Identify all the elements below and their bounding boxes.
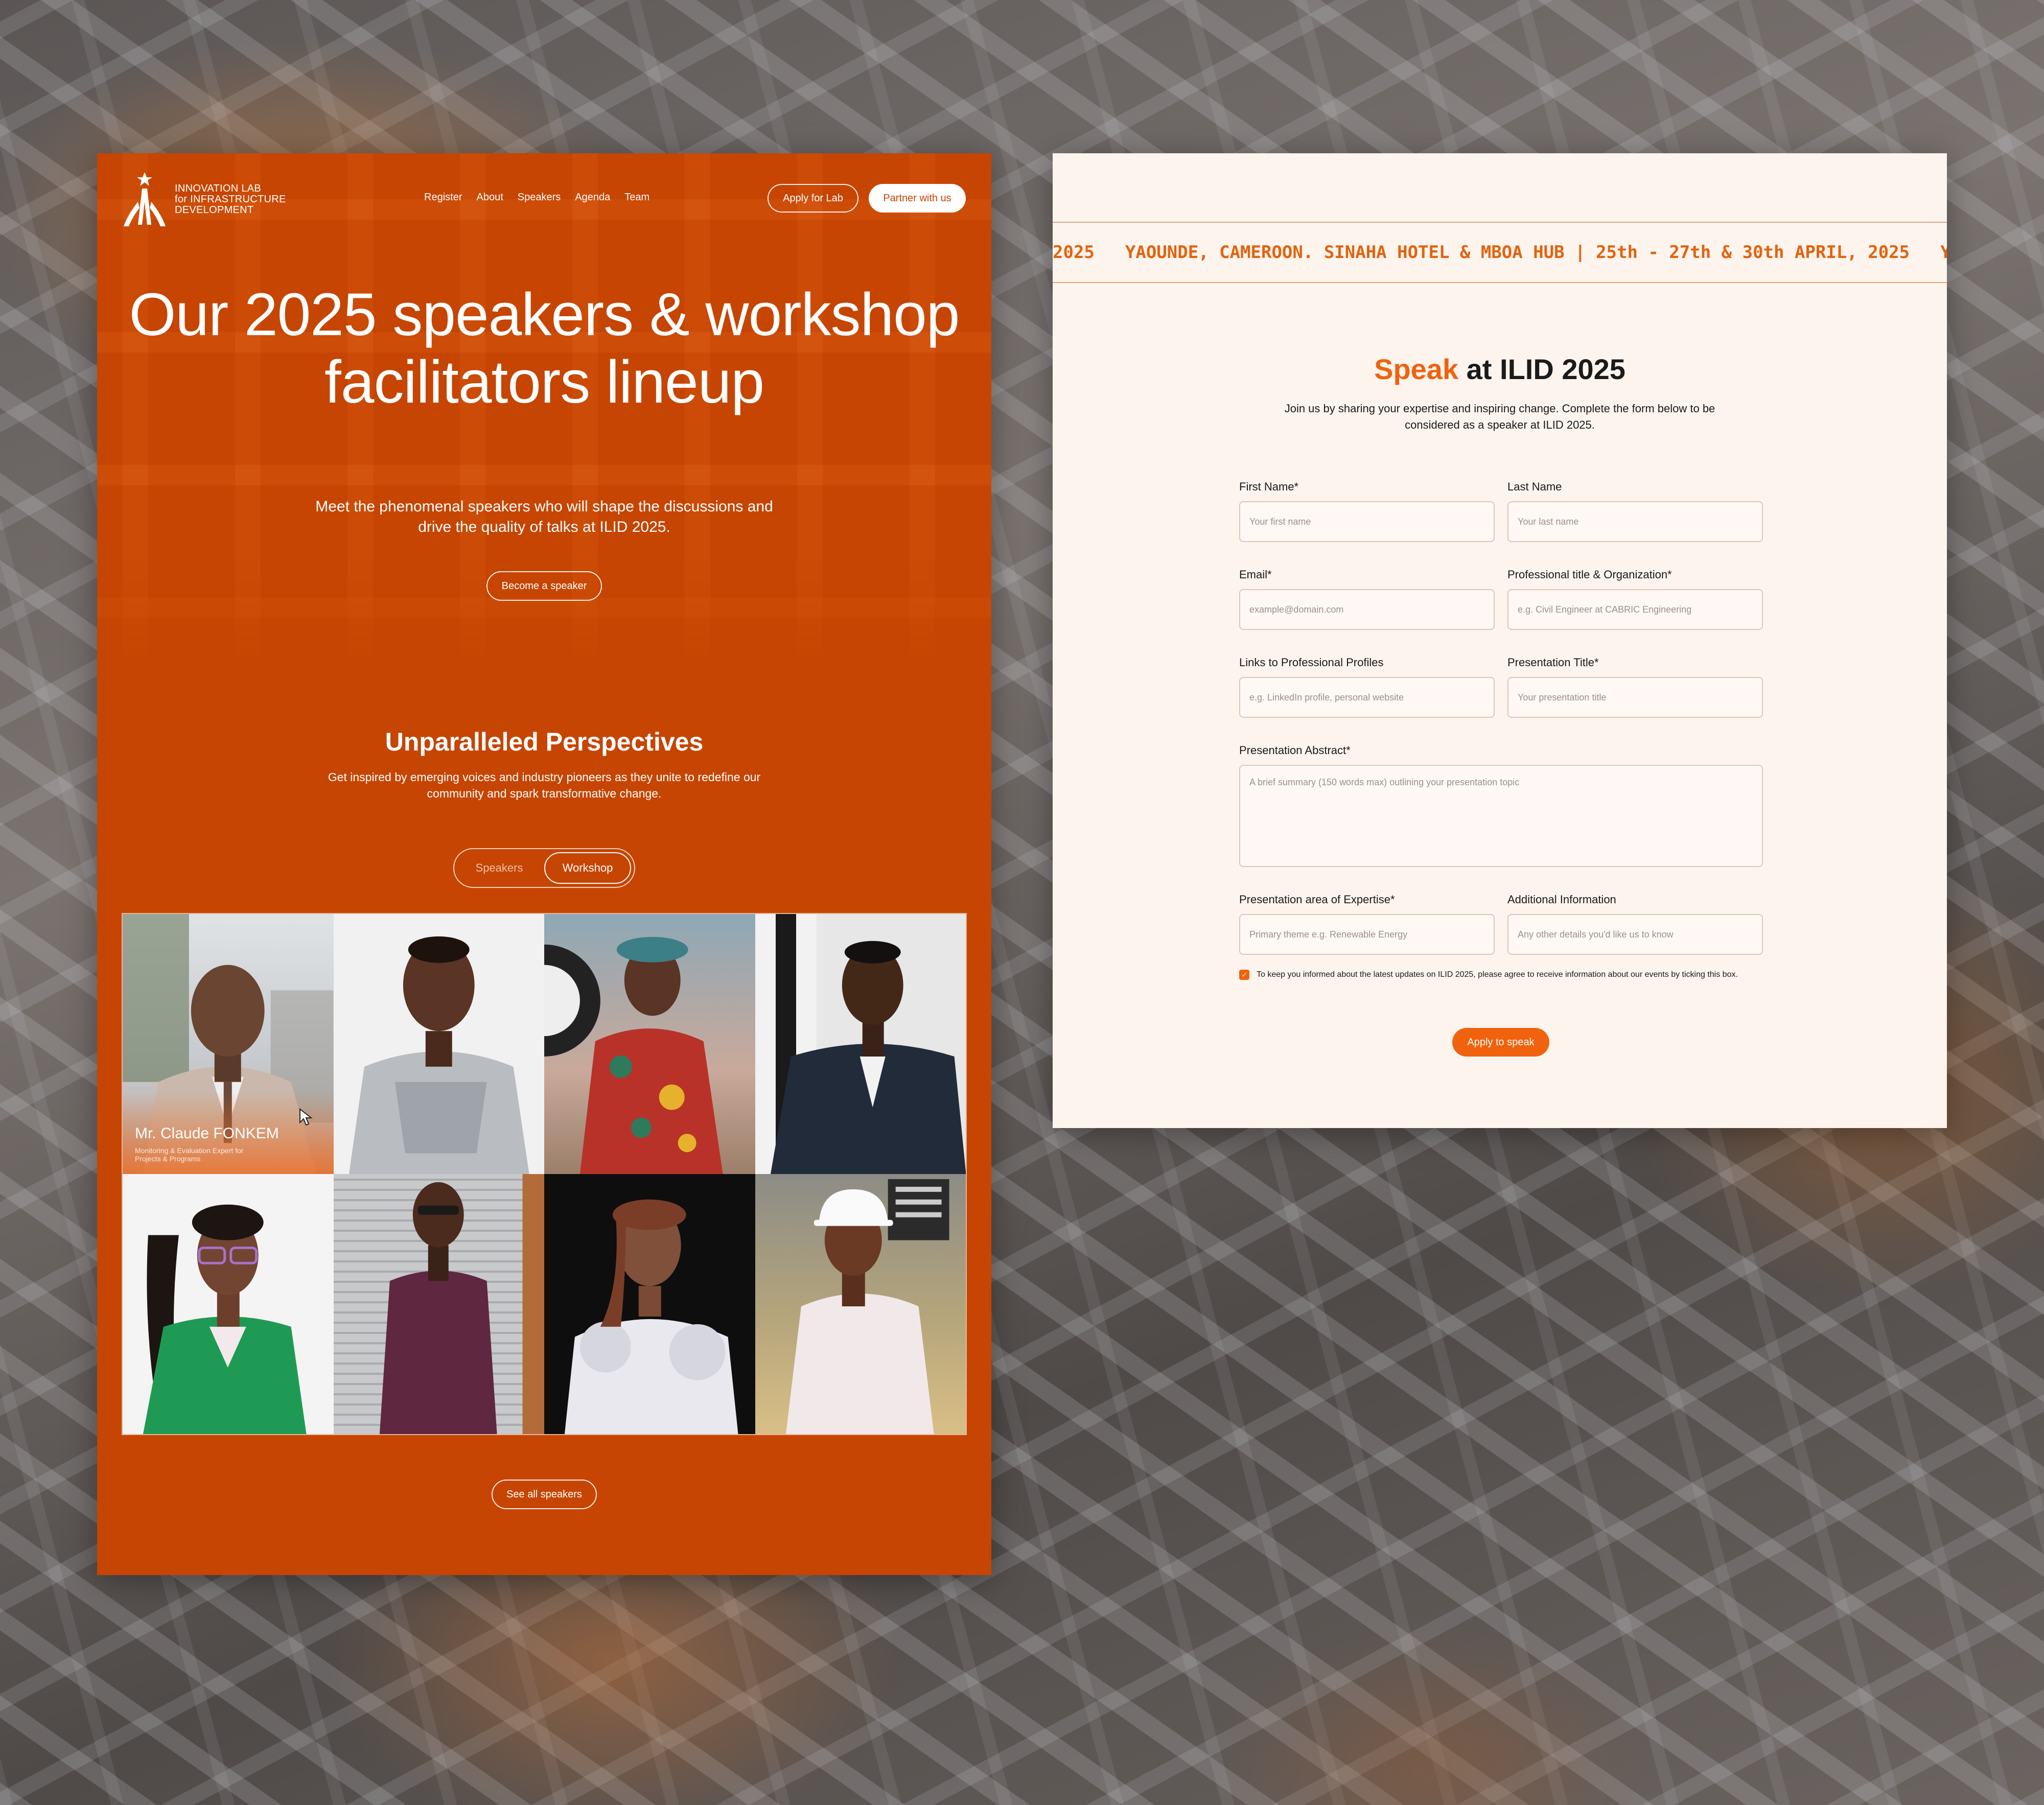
nav-team[interactable]: Team (624, 192, 649, 203)
last-name-input[interactable] (1507, 501, 1763, 542)
tab-speakers[interactable]: Speakers (458, 852, 540, 884)
speaker-card[interactable] (755, 1174, 966, 1434)
nav-register[interactable]: Register (424, 192, 462, 203)
logo-icon (124, 172, 166, 226)
form-title-rest: at ILID 2025 (1458, 353, 1625, 385)
speakers-page: INNOVATION LAB for INFRASTRUCTURE DEVELO… (97, 153, 991, 1575)
presentation-title-input[interactable] (1507, 677, 1763, 718)
abstract-textarea[interactable] (1239, 765, 1763, 867)
consent-text: To keep you informed about the latest up… (1257, 970, 1738, 979)
presentation-title-label: Presentation Title* (1507, 656, 1599, 669)
speaker-photo (770, 914, 966, 1174)
additional-info-label: Additional Information (1507, 893, 1616, 906)
logo[interactable]: INNOVATION LAB for INFRASTRUCTURE DEVELO… (123, 171, 286, 227)
speaker-card[interactable]: Mr. Claude FONKEM Monitoring & Evaluatio… (123, 914, 334, 1174)
consent-row: ✓ To keep you informed about the latest … (1239, 970, 1738, 980)
top-nav: INNOVATION LAB for INFRASTRUCTURE DEVELO… (97, 153, 991, 245)
email-label: Email* (1239, 568, 1272, 581)
speaker-card[interactable] (333, 914, 544, 1174)
email-input[interactable] (1239, 589, 1495, 630)
first-name-input[interactable] (1239, 501, 1495, 542)
tab-workshop[interactable]: Workshop (544, 852, 631, 884)
ticker-segment-b: YAOUNDE, CAMEROON. SINAHA HOTEL & MBOA H… (1125, 242, 1910, 263)
title-org-input[interactable] (1507, 589, 1763, 630)
nav-agenda[interactable]: Agenda (575, 192, 610, 203)
form-title: Speak at ILID 2025 (1053, 353, 1947, 386)
speaker-name: Mr. Claude FONKEM (135, 1125, 279, 1142)
ticker-segment-a: 2025 (1053, 242, 1095, 263)
logo-text: INNOVATION LAB for INFRASTRUCTURE DEVELO… (175, 183, 286, 216)
title-org-label: Professional title & Organization* (1507, 568, 1672, 581)
abstract-label: Presentation Abstract* (1239, 744, 1351, 757)
nav-speakers[interactable]: Speakers (518, 192, 561, 203)
speaker-card[interactable] (333, 1174, 544, 1434)
speaker-card[interactable] (544, 1174, 755, 1434)
speak-form-page: 2025 YAOUNDE, CAMEROON. SINAHA HOTEL & M… (1053, 153, 1947, 1128)
perspectives-subtitle: Get inspired by emerging voices and indu… (328, 770, 761, 800)
additional-info-input[interactable] (1507, 914, 1763, 955)
logo-line-2: for INFRASTRUCTURE (175, 193, 286, 205)
consent-checkbox[interactable]: ✓ (1239, 970, 1249, 980)
speaker-photo (785, 1179, 949, 1434)
profile-links-input[interactable] (1239, 677, 1495, 718)
first-name-label: First Name* (1239, 480, 1299, 493)
speaker-card[interactable] (544, 914, 755, 1174)
hero-title: Our 2025 speakers & workshop facilitator… (129, 281, 960, 416)
perspectives-title: Unparalleled Perspectives (385, 728, 704, 756)
speaker-photo (564, 1199, 738, 1434)
apply-for-lab-button[interactable]: Apply for Lab (768, 184, 858, 213)
expertise-input[interactable] (1239, 914, 1495, 955)
speaker-photo (379, 1174, 544, 1434)
speakers-workshop-toggle: Speakers Workshop (453, 848, 635, 888)
expertise-label: Presentation area of Expertise* (1239, 893, 1395, 906)
form-title-accent: Speak (1374, 353, 1459, 385)
partner-button[interactable]: Partner with us (869, 184, 966, 213)
speakers-grid: Mr. Claude FONKEM Monitoring & Evaluatio… (122, 913, 967, 1435)
apply-to-speak-button[interactable]: Apply to speak (1452, 1028, 1549, 1057)
become-speaker-button[interactable]: Become a speaker (486, 571, 602, 601)
profile-links-label: Links to Professional Profiles (1239, 656, 1384, 669)
event-ticker: 2025 YAOUNDE, CAMEROON. SINAHA HOTEL & M… (1053, 222, 1947, 283)
ticker-segment-c: YAOUNDE, (1940, 242, 1947, 263)
form-description: Join us by sharing your expertise and in… (1284, 402, 1715, 431)
nav-links: Register About Speakers Agenda Team (424, 192, 649, 203)
speaker-photo (349, 936, 529, 1174)
speaker-card[interactable] (123, 1174, 334, 1434)
cursor-icon (299, 1108, 313, 1126)
last-name-label: Last Name (1507, 480, 1562, 493)
check-icon: ✓ (1241, 970, 1247, 979)
speaker-photo (544, 936, 723, 1174)
logo-line-1: INNOVATION LAB (175, 182, 262, 194)
speaker-photo (143, 1204, 307, 1434)
speaker-card[interactable] (755, 914, 966, 1174)
logo-line-3: DEVELOPMENT (175, 204, 254, 216)
hero-subtitle: Meet the phenomenal speakers who will sh… (315, 498, 773, 535)
see-all-speakers-button[interactable]: See all speakers (492, 1480, 597, 1509)
nav-about[interactable]: About (476, 192, 503, 203)
speaker-role: Monitoring & Evaluation Expert for Proje… (135, 1146, 244, 1163)
